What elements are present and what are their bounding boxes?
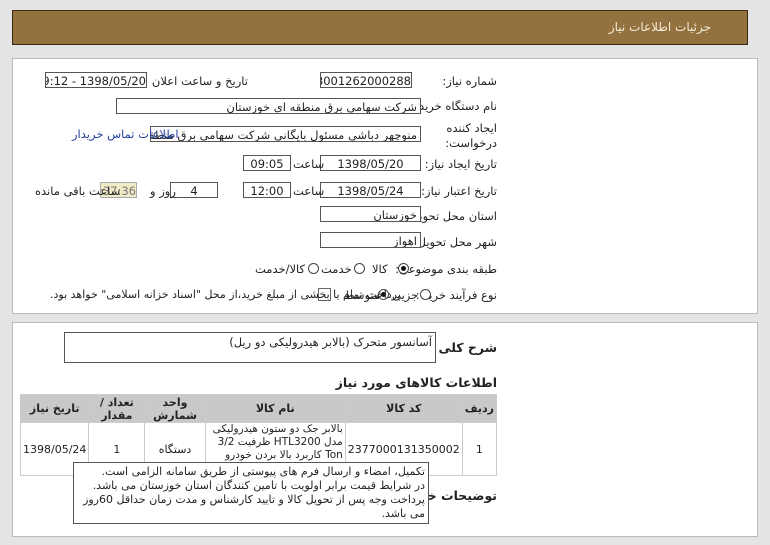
city-field: اهواز	[320, 232, 421, 248]
city-label: شهر محل تحویل:	[413, 235, 497, 249]
col-need-date: تاریخ نیاز	[19, 394, 90, 423]
valid-date-field: 1398/05/24	[320, 182, 421, 198]
note-line: تکمیل، امضاء و ارسال فرم های پیوستی از ط…	[101, 465, 425, 478]
created-date-field: 1398/05/20	[320, 155, 421, 171]
creator-label-2: درخواست:	[445, 136, 497, 150]
category-radio-goods-service[interactable]	[308, 263, 319, 274]
valid-time-label: ساعت	[293, 184, 325, 198]
cell-row-number: 1	[461, 422, 498, 476]
valid-time-field: 12:00	[243, 182, 291, 198]
category-option-service-label: خدمت	[321, 262, 352, 276]
valid-date-label: تاریخ اعتبار نیاز:	[421, 184, 497, 198]
remaining-label: ساعت باقی مانده	[35, 184, 121, 198]
buyer-notes-field: تکمیل، امضاء و ارسال فرم های پیوستی از ط…	[73, 462, 429, 524]
need-number-label: شماره نیاز:	[442, 74, 497, 88]
col-quantity: تعداد / مقدار	[88, 394, 146, 423]
province-field: خوزستان	[320, 206, 421, 222]
days-label: روز و	[150, 184, 176, 198]
created-time-label: ساعت	[293, 157, 325, 171]
creator-field: منوچهر دباشی مسئول بایگانی شرکت سهامی بر…	[150, 126, 421, 142]
page-title: جزئیات اطلاعات نیاز	[608, 20, 711, 34]
note-line: پرداخت وجه پس از تحویل کالا و تایید کارش…	[83, 493, 425, 520]
category-radio-goods[interactable]	[398, 263, 409, 274]
goods-section-title: اطلاعات کالاهای مورد نیاز	[335, 375, 497, 390]
buyer-field: شرکت سهامی برق منطقه ای خوزستان	[116, 98, 421, 114]
note-line: در شرایط قیمت برابر اولویت با تامین کنند…	[92, 479, 425, 492]
category-option-goods-label: کالا	[372, 262, 388, 276]
created-date-label: تاریخ ایجاد نیاز:	[424, 157, 497, 171]
category-option-goods-service-label: کالا/خدمت	[255, 262, 306, 276]
payment-note: پرداخت تمام یا بخشی از مبلغ خرید،از محل …	[50, 288, 401, 301]
table-header-row: ردیف کد کالا نام کالا واحد شمارش تعداد /…	[19, 394, 498, 423]
col-unit: واحد شمارش	[144, 394, 206, 423]
creator-label-1: ایجاد کننده	[446, 121, 497, 135]
buyer-contact-link[interactable]: اطلاعات تماس خریدار	[72, 127, 179, 141]
page-header: جزئیات اطلاعات نیاز	[12, 10, 748, 45]
days-field: 4	[170, 182, 218, 198]
process-radio-minor[interactable]	[420, 289, 431, 300]
col-row-number: ردیف	[461, 394, 498, 423]
category-label: طبقه بندی موضوعی:	[395, 262, 497, 276]
col-name: نام کالا	[204, 394, 346, 423]
created-time-field: 09:05	[243, 155, 291, 171]
col-code: کد کالا	[344, 394, 463, 423]
description-field: آسانسور متحرک (بالابر هیدرولیکی دو ریل)	[64, 332, 436, 363]
need-number-field: 1198001262000288	[320, 72, 412, 88]
category-radio-service[interactable]	[354, 263, 365, 274]
announce-field: 1398/05/20 - 09:12	[45, 72, 147, 88]
